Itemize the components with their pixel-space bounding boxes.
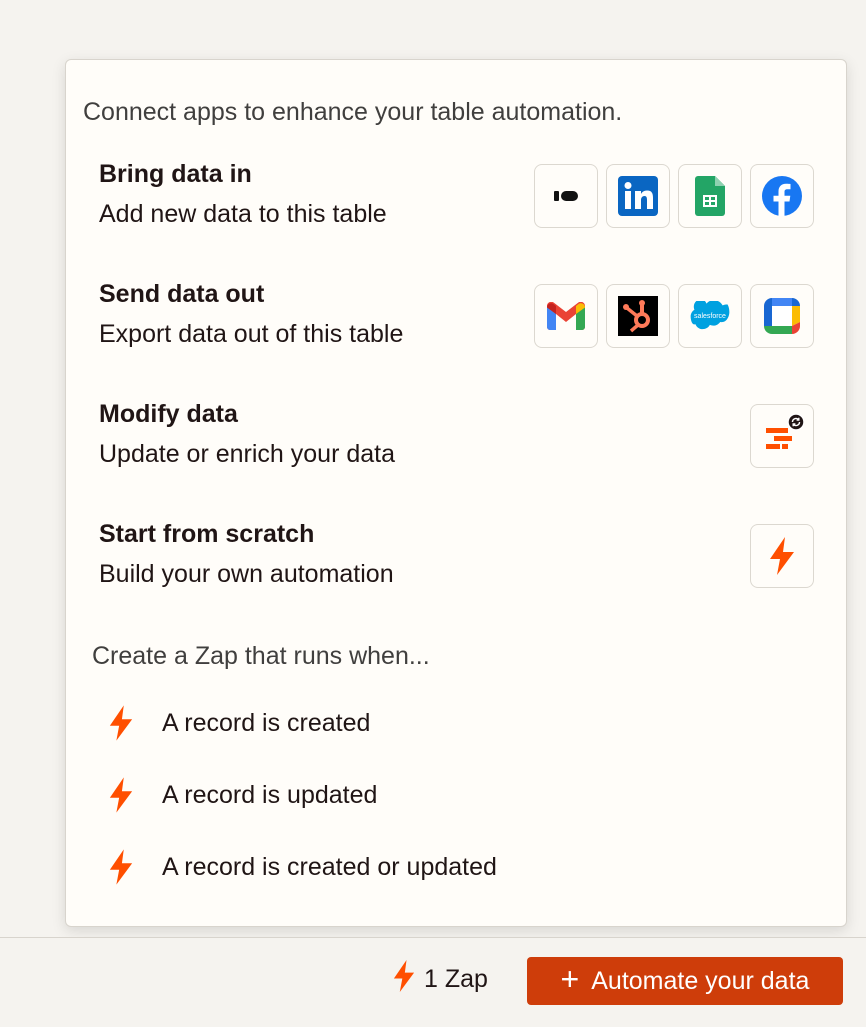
google-sheets-icon[interactable] — [678, 164, 742, 228]
trigger-label: A record is updated — [162, 780, 378, 809]
row-modify-data[interactable]: Modify data Update or enrich your data — [66, 400, 846, 500]
salesforce-icon[interactable]: salesforce — [678, 284, 742, 348]
row-description: Add new data to this table — [99, 200, 387, 228]
zap-count-label: 1 Zap — [424, 965, 488, 993]
plus-icon: + — [560, 961, 580, 997]
app-icons — [750, 524, 814, 588]
app-icons — [750, 404, 814, 468]
formatter-icon[interactable] — [750, 404, 814, 468]
app-icons — [534, 164, 814, 228]
row-title: Bring data in — [99, 160, 252, 188]
facebook-icon[interactable] — [750, 164, 814, 228]
cta-label: Automate your data — [591, 966, 810, 995]
row-description: Export data out of this table — [99, 320, 404, 348]
bolt-icon — [104, 703, 138, 743]
automate-your-data-button[interactable]: + Automate your data — [527, 957, 843, 1005]
row-description: Build your own automation — [99, 560, 394, 588]
trigger-label: A record is created or updated — [162, 852, 497, 881]
trigger-record-updated[interactable]: A record is updated — [104, 771, 604, 819]
trigger-section-label: Create a Zap that runs when... — [92, 642, 430, 670]
bolt-icon — [104, 775, 138, 815]
popover-intro: Connect apps to enhance your table autom… — [83, 98, 623, 126]
row-send-data-out[interactable]: Send data out Export data out of this ta… — [66, 280, 846, 380]
google-calendar-icon[interactable] — [750, 284, 814, 348]
linkedin-icon[interactable] — [606, 164, 670, 228]
app-icons: salesforce — [534, 284, 814, 348]
zap-count-button[interactable]: 1 Zap — [392, 960, 488, 999]
bolt-icon — [392, 960, 416, 999]
bolt-icon — [104, 847, 138, 887]
intercom-icon[interactable] — [534, 164, 598, 228]
automation-popover: Connect apps to enhance your table autom… — [65, 59, 847, 927]
gmail-icon[interactable] — [534, 284, 598, 348]
hubspot-icon[interactable] — [606, 284, 670, 348]
zap-bolt-icon[interactable] — [750, 524, 814, 588]
row-title: Modify data — [99, 400, 238, 428]
trigger-record-created-or-updated[interactable]: A record is created or updated — [104, 843, 604, 891]
trigger-label: A record is created — [162, 708, 371, 737]
row-title: Send data out — [99, 280, 265, 308]
trigger-record-created[interactable]: A record is created — [104, 699, 604, 747]
salesforce-wordmark: salesforce — [694, 313, 726, 320]
row-description: Update or enrich your data — [99, 440, 396, 468]
row-bring-data-in[interactable]: Bring data in Add new data to this table — [66, 160, 846, 260]
row-start-from-scratch[interactable]: Start from scratch Build your own automa… — [66, 520, 846, 620]
row-title: Start from scratch — [99, 520, 315, 548]
